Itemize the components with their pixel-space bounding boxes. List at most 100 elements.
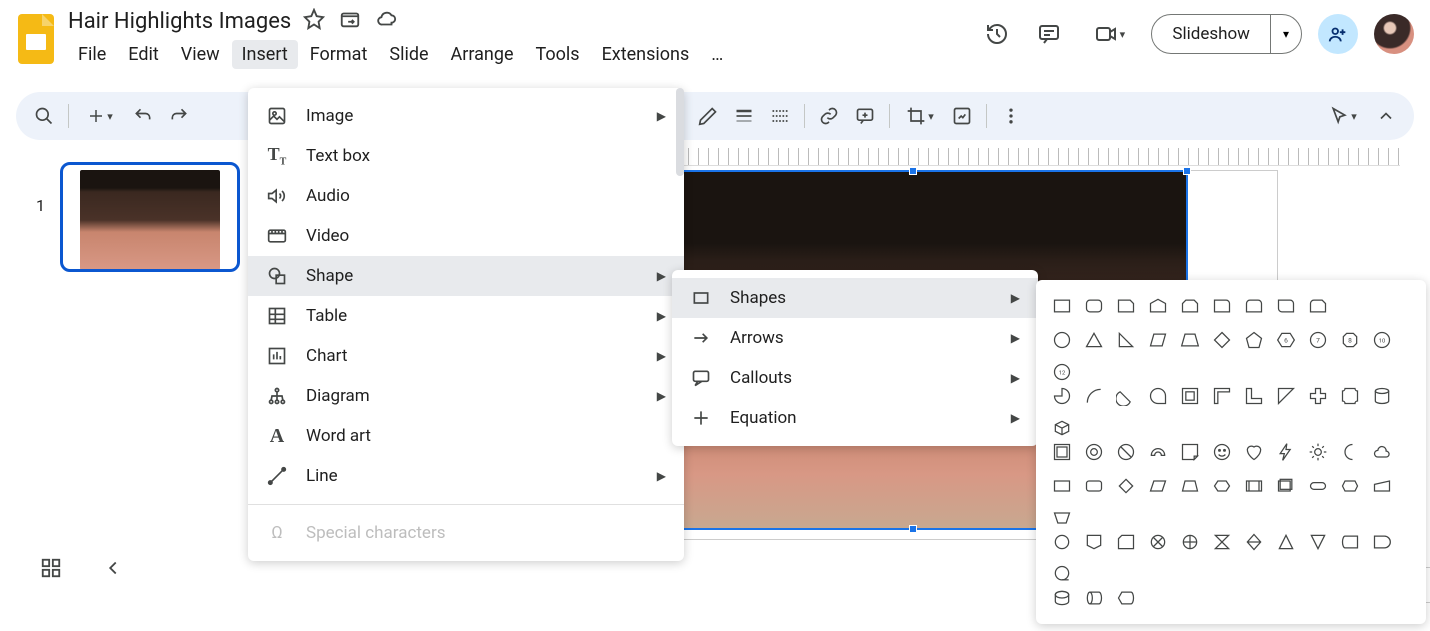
link-icon[interactable] <box>813 100 845 132</box>
shape-block-arc[interactable] <box>1146 440 1170 464</box>
undo-icon[interactable] <box>127 100 159 132</box>
menu-edit[interactable]: Edit <box>118 40 168 69</box>
history-icon[interactable] <box>979 16 1015 52</box>
shape-decagon[interactable]: 10 <box>1370 328 1394 352</box>
shape-chord[interactable] <box>1114 384 1138 408</box>
menu-tools[interactable]: Tools <box>526 40 590 69</box>
shape-flow-direct[interactable] <box>1082 586 1106 610</box>
shape-right-triangle[interactable] <box>1114 328 1138 352</box>
shape-heart[interactable] <box>1242 440 1266 464</box>
shape-flow-seq-access[interactable] <box>1050 562 1074 586</box>
shape-flow-offpage[interactable] <box>1082 530 1106 554</box>
shape-flow-delay[interactable] <box>1370 530 1394 554</box>
shape-flow-terminator[interactable] <box>1306 474 1330 498</box>
menu-insert[interactable]: Insert <box>232 40 298 69</box>
insert-word-art[interactable]: AWord art <box>248 416 684 456</box>
shape-flow-trapezoid[interactable] <box>1178 474 1202 498</box>
avatar[interactable] <box>1374 14 1414 54</box>
shape-moon[interactable] <box>1338 440 1362 464</box>
menu-arrange[interactable]: Arrange <box>441 40 524 69</box>
shape-flow-parallelogram[interactable] <box>1146 474 1170 498</box>
shape-diagonal[interactable] <box>1274 384 1298 408</box>
shape-flow-rounded[interactable] <box>1082 474 1106 498</box>
shape-round-single[interactable] <box>1210 294 1234 318</box>
shape-flow-hexagon[interactable] <box>1210 474 1234 498</box>
cursor-icon[interactable]: ▾ <box>1320 100 1366 132</box>
menu-format[interactable]: Format <box>300 40 378 69</box>
shape-flow-multidoc[interactable] <box>1274 474 1298 498</box>
star-icon[interactable] <box>303 8 325 34</box>
shape-arrows[interactable]: Arrows▶ <box>672 318 1038 358</box>
menu-file[interactable]: File <box>68 40 116 69</box>
shape-flow-card[interactable] <box>1114 530 1138 554</box>
scrollbar[interactable] <box>676 88 684 176</box>
shape-shapes[interactable]: Shapes▶ <box>672 278 1038 318</box>
shape-rounded-rect[interactable] <box>1082 294 1106 318</box>
new-slide-icon[interactable]: ▾ <box>77 100 123 132</box>
shape-cloud[interactable] <box>1370 440 1394 464</box>
share-button[interactable] <box>1318 14 1358 54</box>
menu-slide[interactable]: Slide <box>379 40 438 69</box>
shape-snip-corner[interactable] <box>1114 294 1138 318</box>
cloud-icon[interactable] <box>375 8 397 34</box>
shape-can[interactable] <box>1370 384 1394 408</box>
shape-bevel[interactable] <box>1050 440 1074 464</box>
shape-heptagon[interactable]: 7 <box>1306 328 1330 352</box>
shape-l[interactable] <box>1242 384 1266 408</box>
comment-icon[interactable] <box>849 100 881 132</box>
shape-flow-rect[interactable] <box>1050 474 1074 498</box>
reset-image-icon[interactable] <box>946 100 978 132</box>
shape-cross[interactable] <box>1306 384 1330 408</box>
shape-half-frame[interactable] <box>1210 384 1234 408</box>
shape-round-same[interactable] <box>1242 294 1266 318</box>
move-icon[interactable] <box>339 8 361 34</box>
collapse-icon[interactable] <box>1370 100 1402 132</box>
shape-donut[interactable] <box>1082 440 1106 464</box>
shape-folded-corner[interactable] <box>1178 440 1202 464</box>
shape-snip-round[interactable] <box>1306 294 1330 318</box>
slideshow-label[interactable]: Slideshow <box>1152 24 1270 44</box>
shape-round-diag[interactable] <box>1274 294 1298 318</box>
shape-dodecagon[interactable]: 12 <box>1050 360 1074 384</box>
shape-rectangle[interactable] <box>1050 294 1074 318</box>
menu-extensions[interactable]: Extensions <box>592 40 700 69</box>
menu-more[interactable]: … <box>701 40 733 69</box>
shape-frame[interactable] <box>1178 384 1202 408</box>
insert-diagram[interactable]: Diagram▶ <box>248 376 684 416</box>
shape-flow-magnetic[interactable] <box>1050 586 1074 610</box>
shape-flow-manual-op[interactable] <box>1050 506 1074 530</box>
shape-flow-collate[interactable] <box>1210 530 1234 554</box>
shape-lightning[interactable] <box>1274 440 1298 464</box>
shape-octagon[interactable]: 8 <box>1338 328 1362 352</box>
shape-flow-display[interactable] <box>1114 586 1138 610</box>
slide-thumbnail[interactable] <box>60 162 240 272</box>
shape-teardrop[interactable] <box>1146 384 1170 408</box>
insert-audio[interactable]: Audio <box>248 176 684 216</box>
shape-snip-both[interactable] <box>1178 294 1202 318</box>
shape-pentagon[interactable] <box>1242 328 1266 352</box>
shape-arc[interactable] <box>1082 384 1106 408</box>
shape-no-symbol[interactable] <box>1114 440 1138 464</box>
shape-sun[interactable] <box>1306 440 1330 464</box>
grid-view-icon[interactable] <box>40 557 62 583</box>
shape-flow-tape[interactable] <box>1146 530 1170 554</box>
shape-flow-preparation[interactable] <box>1338 474 1362 498</box>
shape-smiley[interactable] <box>1210 440 1234 464</box>
shape-pentagon-home[interactable] <box>1146 294 1170 318</box>
slideshow-dropdown[interactable]: ▾ <box>1270 15 1301 53</box>
shape-flow-connector[interactable] <box>1050 530 1074 554</box>
insert-video[interactable]: Video <box>248 216 684 256</box>
shape-equation[interactable]: Equation▶ <box>672 398 1038 438</box>
shape-flow-diamond[interactable] <box>1114 474 1138 498</box>
shape-pie[interactable] <box>1050 384 1074 408</box>
shape-callouts[interactable]: Callouts▶ <box>672 358 1038 398</box>
insert-text-box[interactable]: TTText box <box>248 136 684 176</box>
shape-flow-extract[interactable] <box>1274 530 1298 554</box>
insert-table[interactable]: Table▶ <box>248 296 684 336</box>
redo-icon[interactable] <box>163 100 195 132</box>
meet-icon[interactable]: ▾ <box>1083 16 1135 52</box>
slideshow-button[interactable]: Slideshow ▾ <box>1151 14 1302 54</box>
search-icon[interactable] <box>28 100 60 132</box>
shape-flow-merge[interactable] <box>1306 530 1330 554</box>
shape-flow-summing[interactable] <box>1178 530 1202 554</box>
